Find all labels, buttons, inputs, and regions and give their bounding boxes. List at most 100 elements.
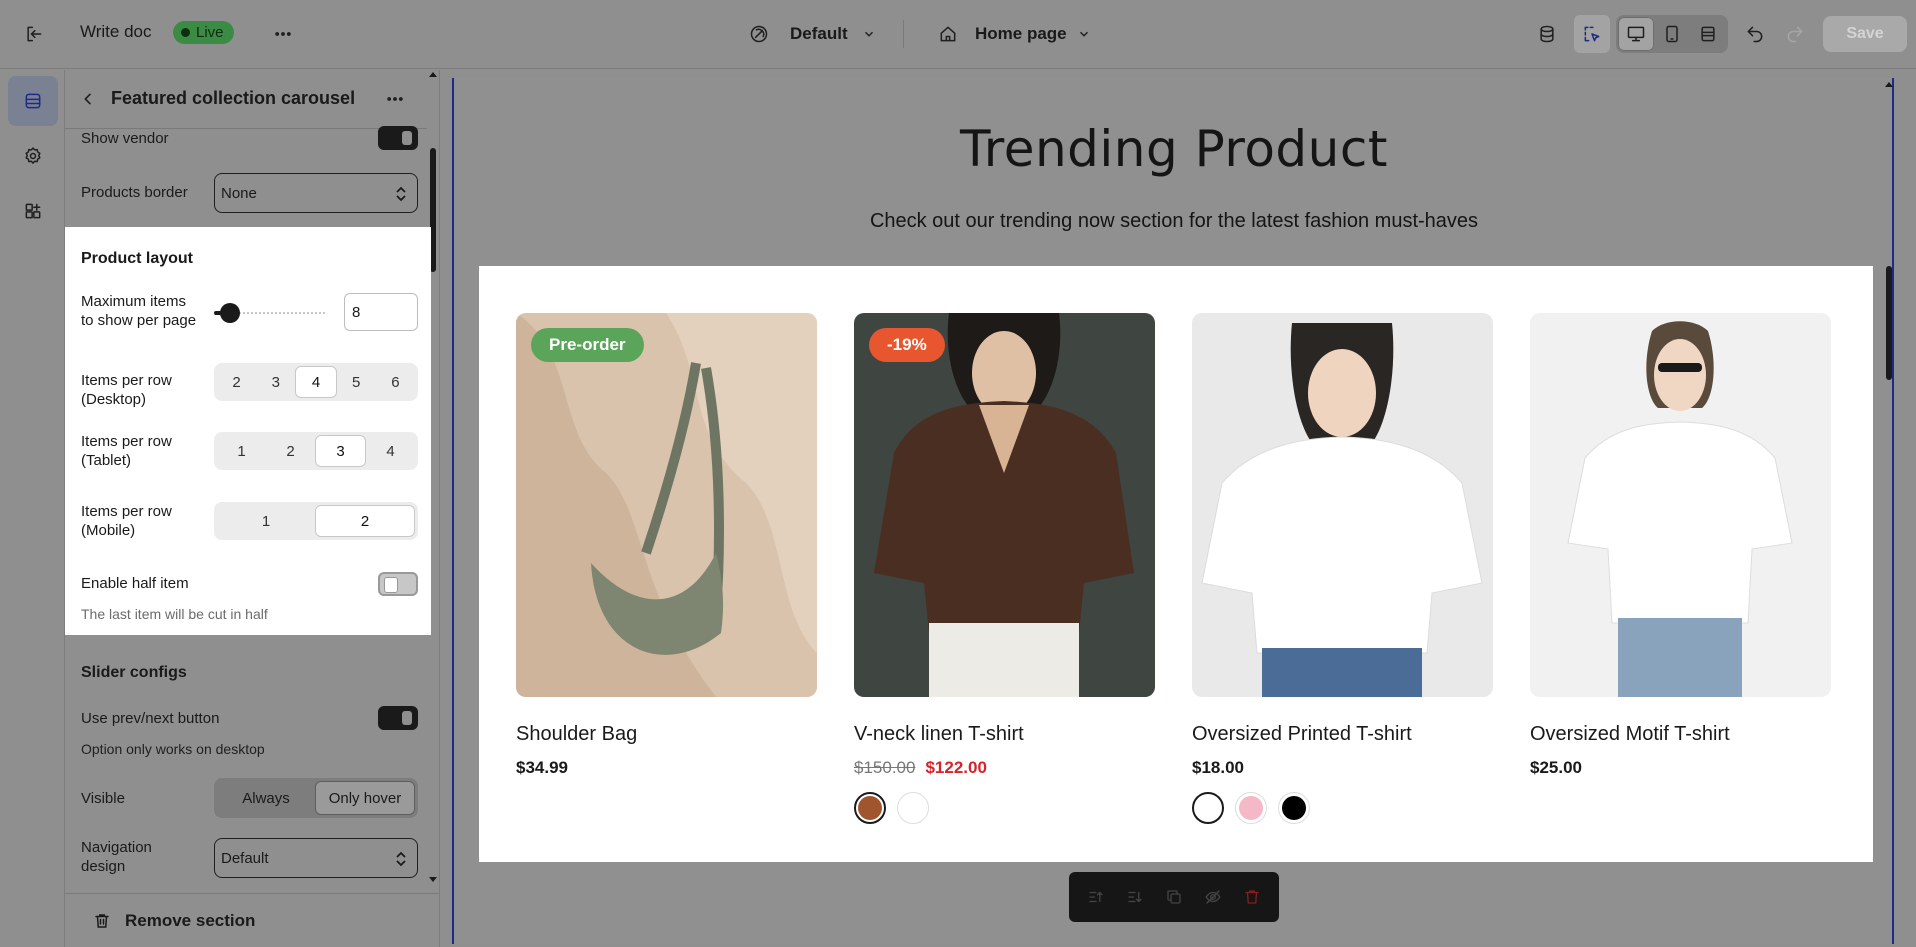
products-border-value: None — [221, 184, 257, 202]
half-item-toggle[interactable] — [378, 572, 418, 596]
select-chevron-icon — [396, 186, 406, 202]
desktop-option[interactable]: 3 — [256, 366, 295, 398]
prev-next-label: Use prev/next button — [81, 710, 220, 727]
product-carousel[interactable]: Pre-order Shoulder Bag $34.99 -19% V-nec… — [479, 266, 1873, 862]
product-image[interactable]: Pre-order — [516, 313, 817, 697]
product-name[interactable]: V-neck linen T-shirt — [854, 723, 1155, 746]
move-up-icon[interactable] — [1083, 884, 1109, 910]
show-vendor-toggle[interactable] — [378, 126, 418, 150]
product-layout-group: Product layout Maximum items to show per … — [65, 227, 431, 635]
panel-header: Featured collection carousel — [65, 70, 440, 128]
product-card[interactable]: Oversized Motif T-shirt $25.00 — [1530, 313, 1831, 778]
products-border-select[interactable]: None — [214, 173, 418, 213]
color-swatch[interactable] — [854, 792, 886, 824]
select-element-icon[interactable] — [1574, 15, 1610, 53]
canvas-scroll-up-icon[interactable] — [1884, 80, 1894, 88]
move-down-icon[interactable] — [1122, 884, 1148, 910]
redo-icon[interactable] — [1778, 17, 1812, 51]
desktop-icon[interactable] — [1618, 17, 1654, 51]
exit-icon[interactable] — [17, 17, 51, 51]
slider-configs-title: Slider configs — [81, 664, 187, 681]
tablet-icon[interactable] — [1654, 17, 1690, 51]
product-name[interactable]: Oversized Motif T-shirt — [1530, 723, 1831, 746]
max-items-label-line-1: Maximum items — [81, 293, 187, 310]
color-swatches — [854, 792, 1155, 824]
undo-icon[interactable] — [1738, 17, 1772, 51]
prev-next-hint: Option only works on desktop — [81, 741, 265, 757]
nav-design-label-line-2: design — [81, 858, 126, 875]
visible-label: Visible — [81, 790, 125, 807]
database-icon[interactable] — [1530, 17, 1564, 51]
color-swatch[interactable] — [1235, 792, 1267, 824]
color-swatch[interactable] — [897, 792, 929, 824]
tablet-option[interactable]: 1 — [217, 435, 266, 467]
color-swatch[interactable] — [1278, 792, 1310, 824]
product-name[interactable]: Shoulder Bag — [516, 723, 817, 746]
desktop-row-label-line-2: (Desktop) — [81, 391, 147, 408]
max-items-slider-handle[interactable] — [220, 303, 241, 323]
canvas-scrollbar[interactable] — [1886, 266, 1892, 380]
apps-icon[interactable] — [8, 186, 58, 236]
visible-option-selected[interactable]: Only hover — [315, 781, 415, 815]
page-dropdown[interactable]: Home page — [931, 17, 1091, 51]
product-price: $34.99 — [516, 758, 568, 777]
fullscreen-icon[interactable] — [1690, 17, 1726, 51]
theme-icon — [742, 17, 776, 51]
max-items-label-line-2: to show per page — [81, 312, 197, 329]
tablet-option[interactable]: 2 — [266, 435, 315, 467]
delete-icon[interactable] — [1239, 884, 1265, 910]
product-image[interactable] — [1192, 313, 1493, 697]
preview-canvas: Trending Product Check out our trending … — [452, 78, 1894, 944]
product-image[interactable]: -19% — [854, 313, 1155, 697]
home-icon — [931, 17, 965, 51]
desktop-option[interactable]: 6 — [376, 366, 415, 398]
panel-title: Featured collection carousel — [111, 88, 356, 108]
sections-icon[interactable] — [8, 76, 58, 126]
product-price-row: $150.00 $122.00 — [854, 758, 1155, 778]
products-border-label: Products border — [81, 184, 188, 201]
product-card[interactable]: -19% V-neck linen T-shirt $150.00 $122.0… — [854, 313, 1155, 824]
hide-icon[interactable] — [1200, 884, 1226, 910]
prev-next-toggle[interactable] — [378, 706, 418, 730]
product-price-row: $34.99 — [516, 758, 817, 778]
tablet-row-label-line-2: (Tablet) — [81, 452, 132, 469]
product-image[interactable] — [1530, 313, 1831, 697]
color-swatches — [1192, 792, 1493, 824]
scroll-down-icon[interactable] — [428, 876, 438, 884]
desktop-option[interactable]: 2 — [217, 366, 256, 398]
product-name[interactable]: Oversized Printed T-shirt — [1192, 723, 1493, 746]
product-badge: -19% — [869, 328, 945, 362]
tablet-option-selected[interactable]: 3 — [315, 435, 366, 467]
remove-section-label: Remove section — [125, 910, 256, 930]
nav-design-select[interactable]: Default — [214, 838, 418, 878]
more-options-icon[interactable] — [266, 17, 300, 51]
mobile-items-segmented: 1 2 — [214, 502, 418, 540]
duplicate-icon[interactable] — [1161, 884, 1187, 910]
product-badge: Pre-order — [531, 328, 644, 362]
left-rail — [0, 70, 65, 947]
mobile-row-label-line-1: Items per row — [81, 503, 172, 520]
panel-more-icon[interactable] — [378, 82, 412, 116]
half-item-label: Enable half item — [81, 575, 189, 592]
product-card[interactable]: Oversized Printed T-shirt $18.00 — [1192, 313, 1493, 824]
remove-section-button[interactable]: Remove section — [65, 893, 440, 947]
product-card[interactable]: Pre-order Shoulder Bag $34.99 — [516, 313, 817, 778]
desktop-option-selected[interactable]: 4 — [295, 366, 337, 398]
half-item-hint: The last item will be cut in half — [81, 606, 268, 622]
color-swatch[interactable] — [1192, 792, 1224, 824]
desktop-items-segmented: 2 3 4 5 6 — [214, 363, 418, 401]
tablet-option[interactable]: 4 — [366, 435, 415, 467]
mobile-option[interactable]: 1 — [217, 505, 315, 537]
theme-dropdown[interactable]: Default — [742, 17, 876, 51]
product-price-row: $18.00 — [1192, 758, 1493, 778]
tablet-items-segmented: 1 2 3 4 — [214, 432, 418, 470]
back-icon[interactable] — [71, 82, 105, 116]
max-items-input[interactable]: 8 — [344, 293, 418, 331]
product-sale-price: $122.00 — [925, 758, 987, 777]
save-button[interactable]: Save — [1823, 16, 1907, 52]
visible-option[interactable]: Always — [217, 781, 315, 815]
mobile-option-selected[interactable]: 2 — [315, 505, 415, 537]
settings-icon[interactable] — [8, 131, 58, 181]
desktop-option[interactable]: 5 — [337, 366, 376, 398]
scroll-up-icon[interactable] — [428, 70, 438, 78]
